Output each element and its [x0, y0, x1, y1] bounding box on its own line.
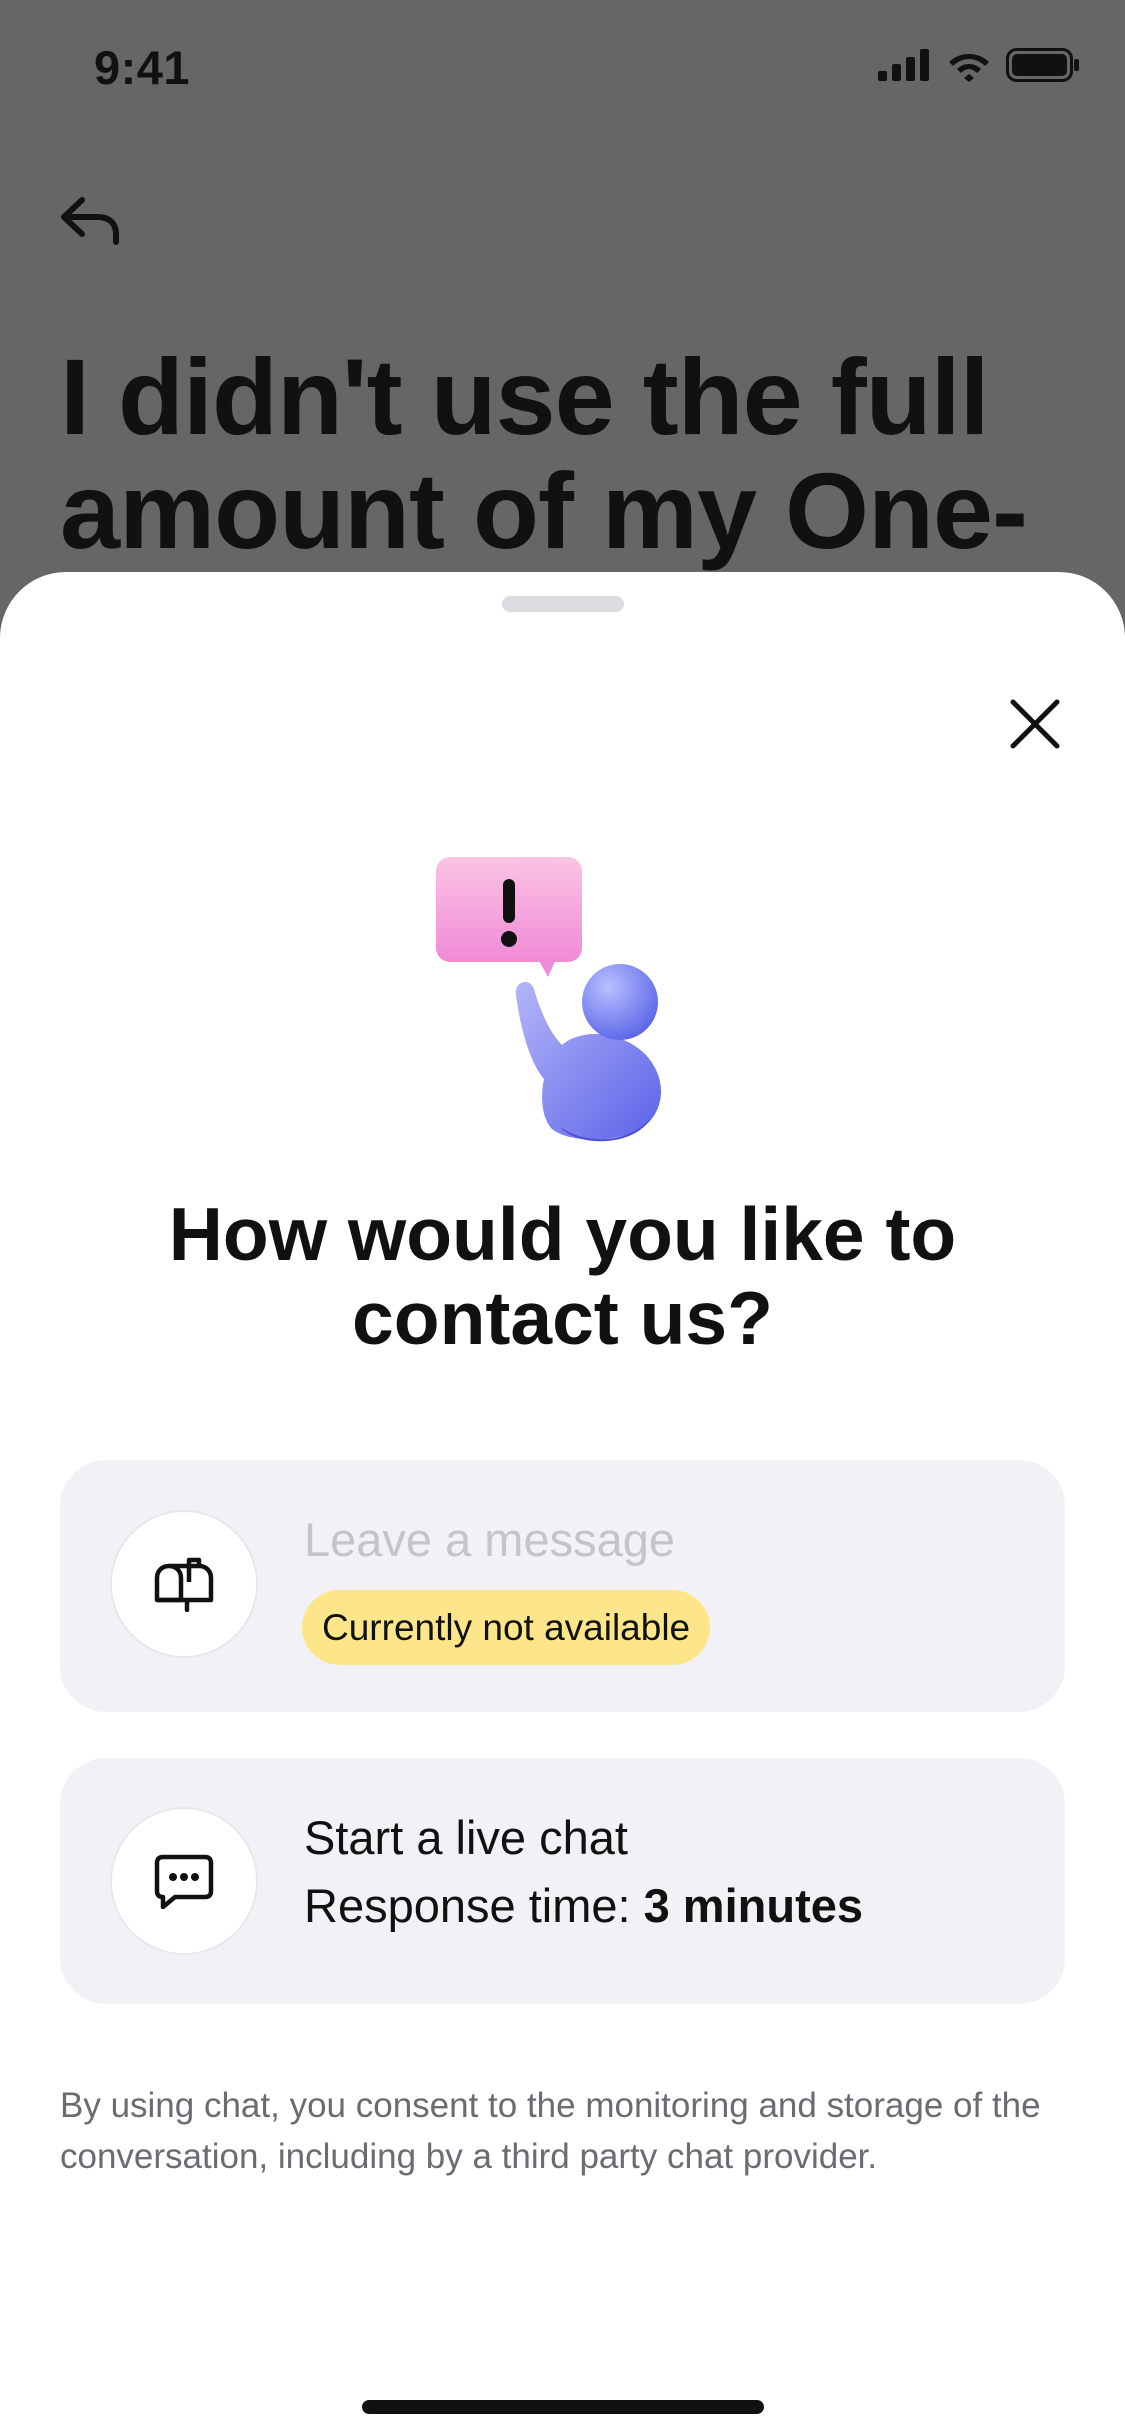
wifi-icon [949, 54, 989, 82]
battery-icon [1006, 48, 1079, 82]
option-title: Start a live chat [304, 1811, 628, 1864]
option-title: Leave a message [304, 1513, 676, 1566]
response-time-value: 3 minutes [643, 1879, 864, 1932]
consent-disclaimer: By using chat, you consent to the monito… [60, 2086, 1041, 2176]
back-arrow-icon [61, 197, 119, 245]
response-time: Response time: 3 minutes [304, 1878, 863, 1933]
page-title: I didn't use the full amount of my One- [60, 336, 1028, 571]
contact-sheet: How would you like to contact us? Leave … [0, 572, 1125, 2436]
support-person-alert-illustration [436, 857, 661, 1142]
sheet-title: How would you like to contact us? [168, 1192, 957, 1360]
close-button[interactable] [1005, 694, 1065, 754]
close-icon [1010, 699, 1060, 749]
mailbox-icon [154, 1557, 214, 1612]
cellular-signal-icon [878, 49, 929, 81]
screen: 9:41 I didn't use the full amount of my … [0, 0, 1125, 2436]
status-time: 9:41 [94, 41, 191, 94]
home-indicator[interactable] [362, 2400, 764, 2414]
option-icon-container [110, 1510, 258, 1658]
leave-message-option[interactable]: Leave a message Currently not available [60, 1460, 1065, 1712]
chat-bubble-icon [154, 1854, 214, 1909]
status-bar: 9:41 [0, 0, 1125, 140]
availability-badge: Currently not available [302, 1590, 711, 1665]
live-chat-option[interactable]: Start a live chat Response time: 3 minut… [60, 1758, 1065, 2004]
status-icons [878, 48, 1080, 82]
response-time-label: Response time: [304, 1879, 644, 1932]
sheet-grabber[interactable] [502, 596, 624, 612]
back-button[interactable] [58, 190, 124, 250]
option-icon-container [110, 1807, 258, 1955]
